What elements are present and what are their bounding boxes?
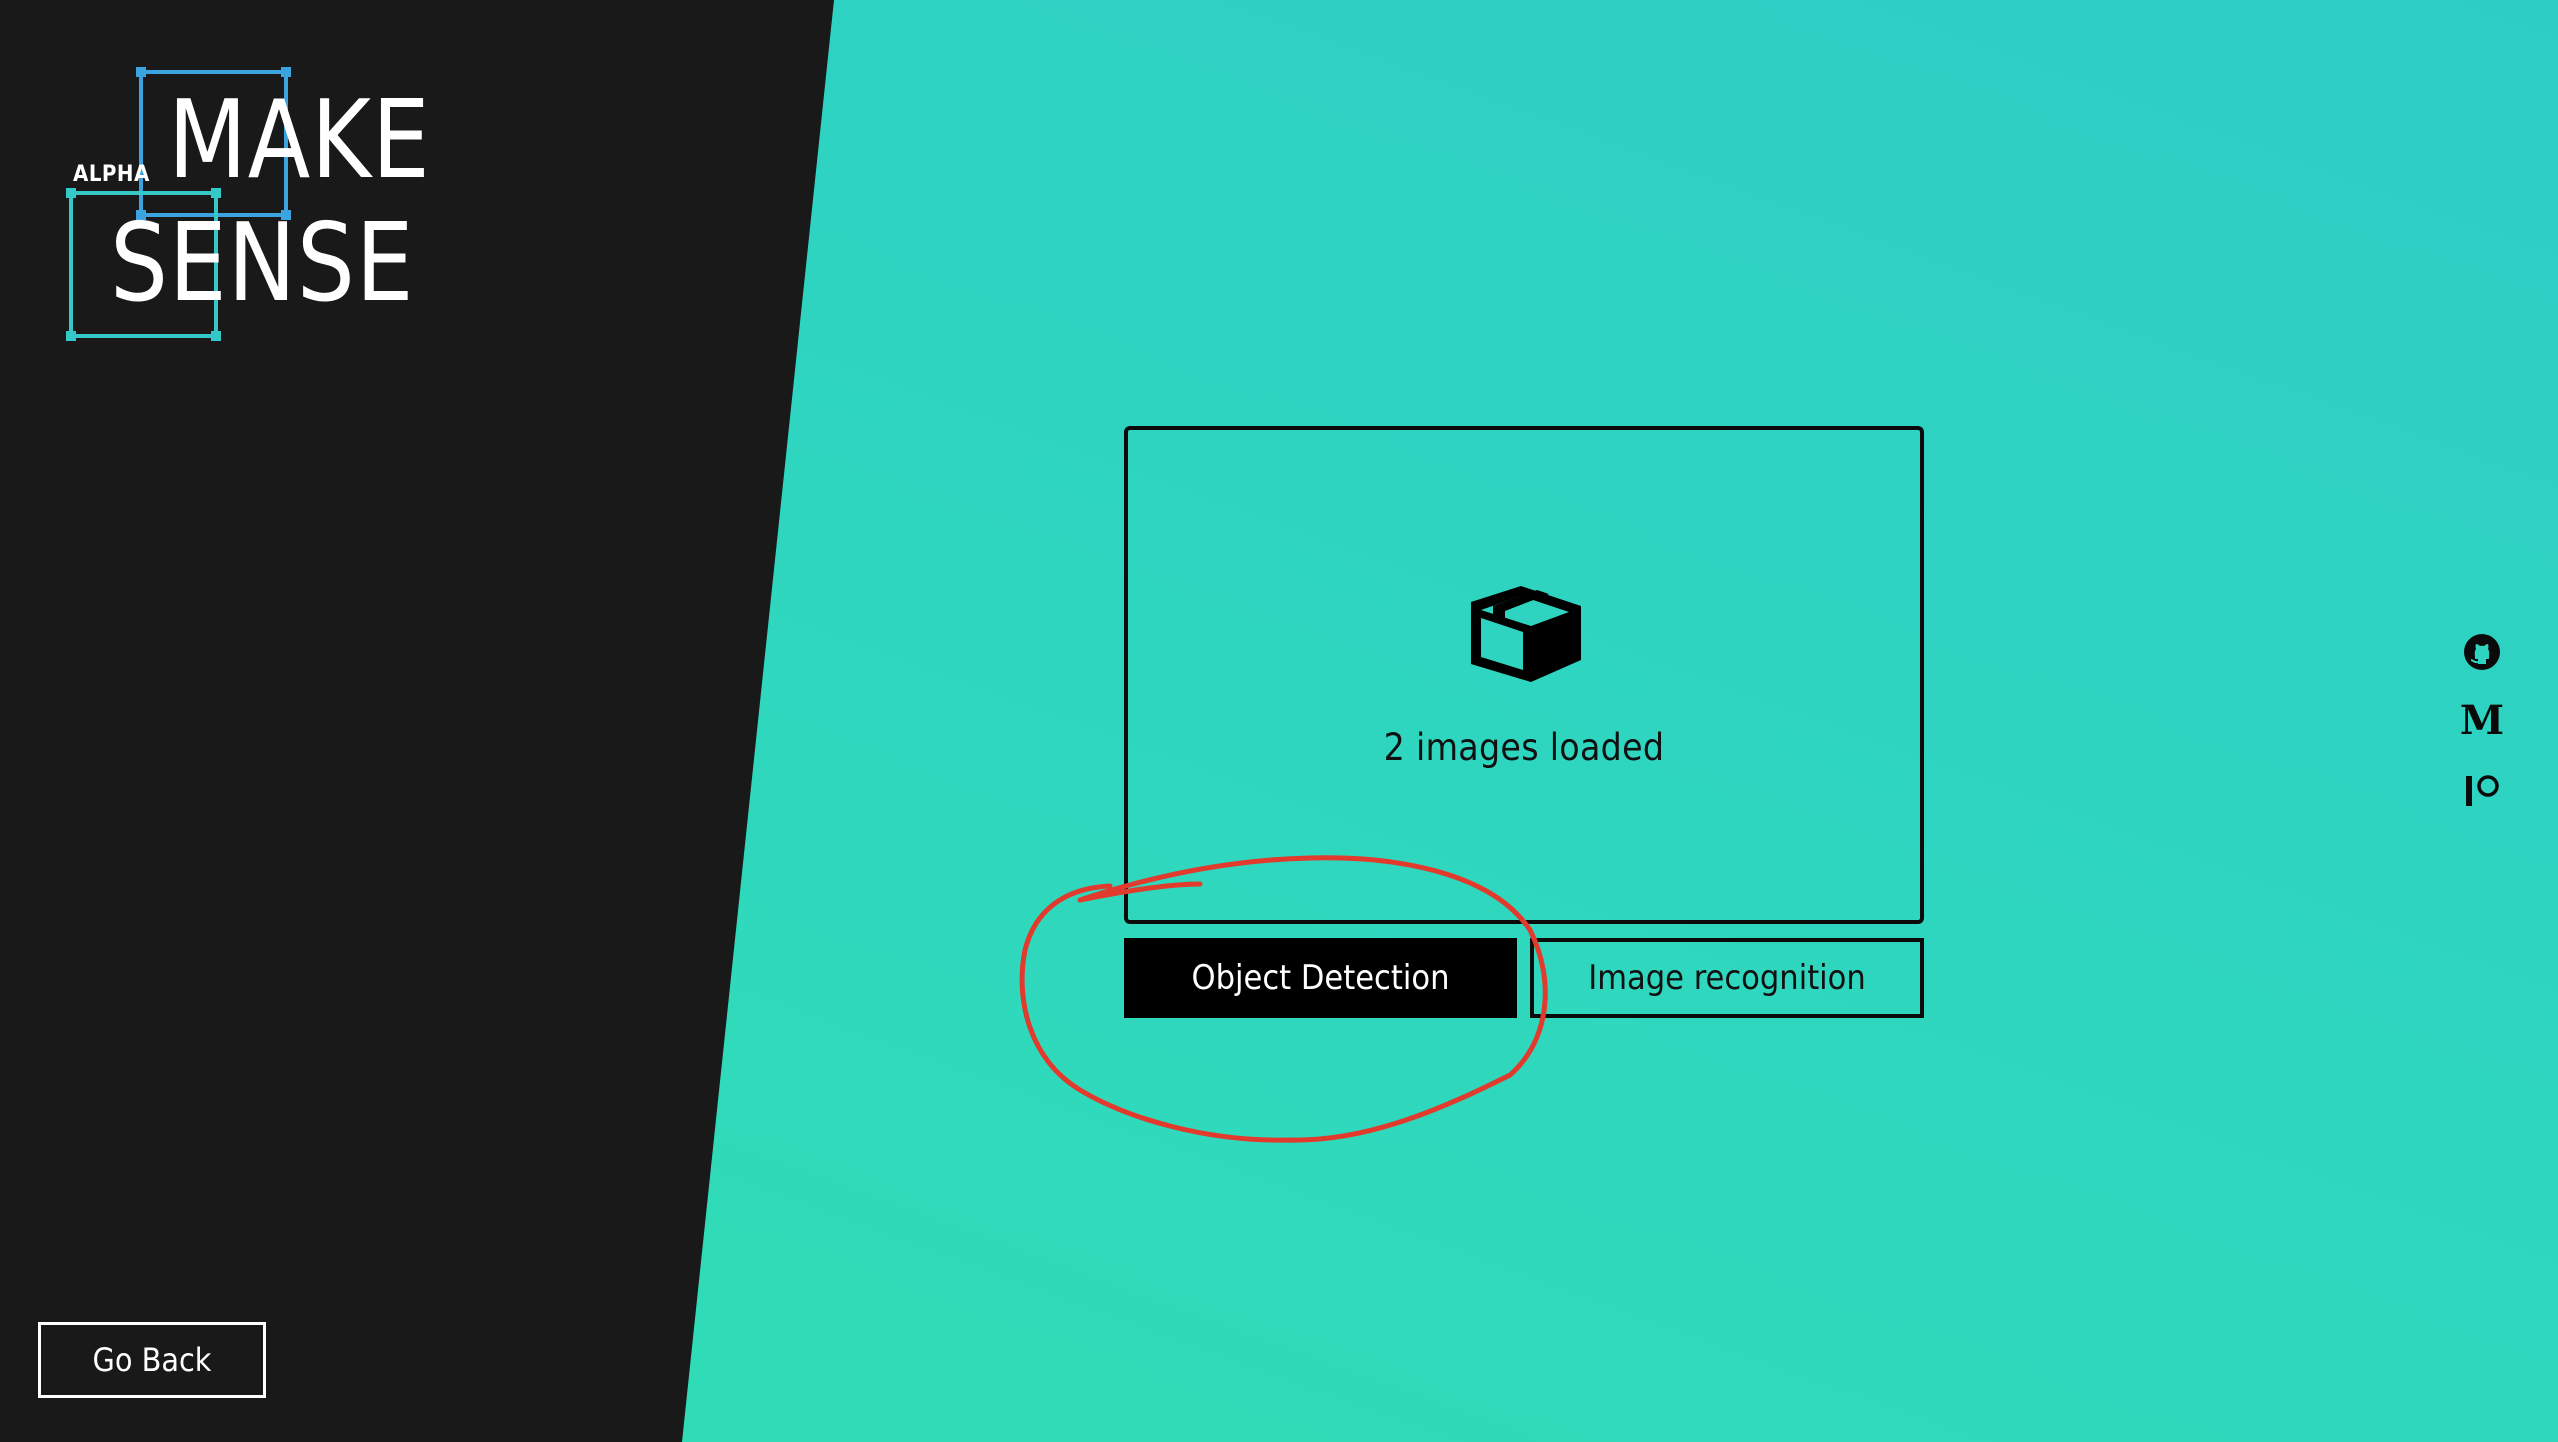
image-dropzone[interactable]: 2 images loaded xyxy=(1124,426,1924,924)
patreon-icon[interactable] xyxy=(2460,768,2504,812)
github-icon[interactable] xyxy=(2460,630,2504,674)
images-loaded-status: 2 images loaded xyxy=(1383,726,1665,769)
medium-icon[interactable]: M xyxy=(2460,697,2504,744)
app-logo: ALPHA MAKE SENSE xyxy=(60,62,480,352)
logo-alpha-badge: ALPHA xyxy=(73,162,150,187)
image-recognition-button[interactable]: Image recognition xyxy=(1530,938,1924,1018)
object-detection-button[interactable]: Object Detection xyxy=(1124,938,1517,1018)
go-back-button[interactable]: Go Back xyxy=(38,1322,266,1398)
logo-word-make: MAKE xyxy=(168,78,431,203)
logo-word-sense: SENSE xyxy=(110,201,415,326)
box-icon xyxy=(1461,580,1587,692)
